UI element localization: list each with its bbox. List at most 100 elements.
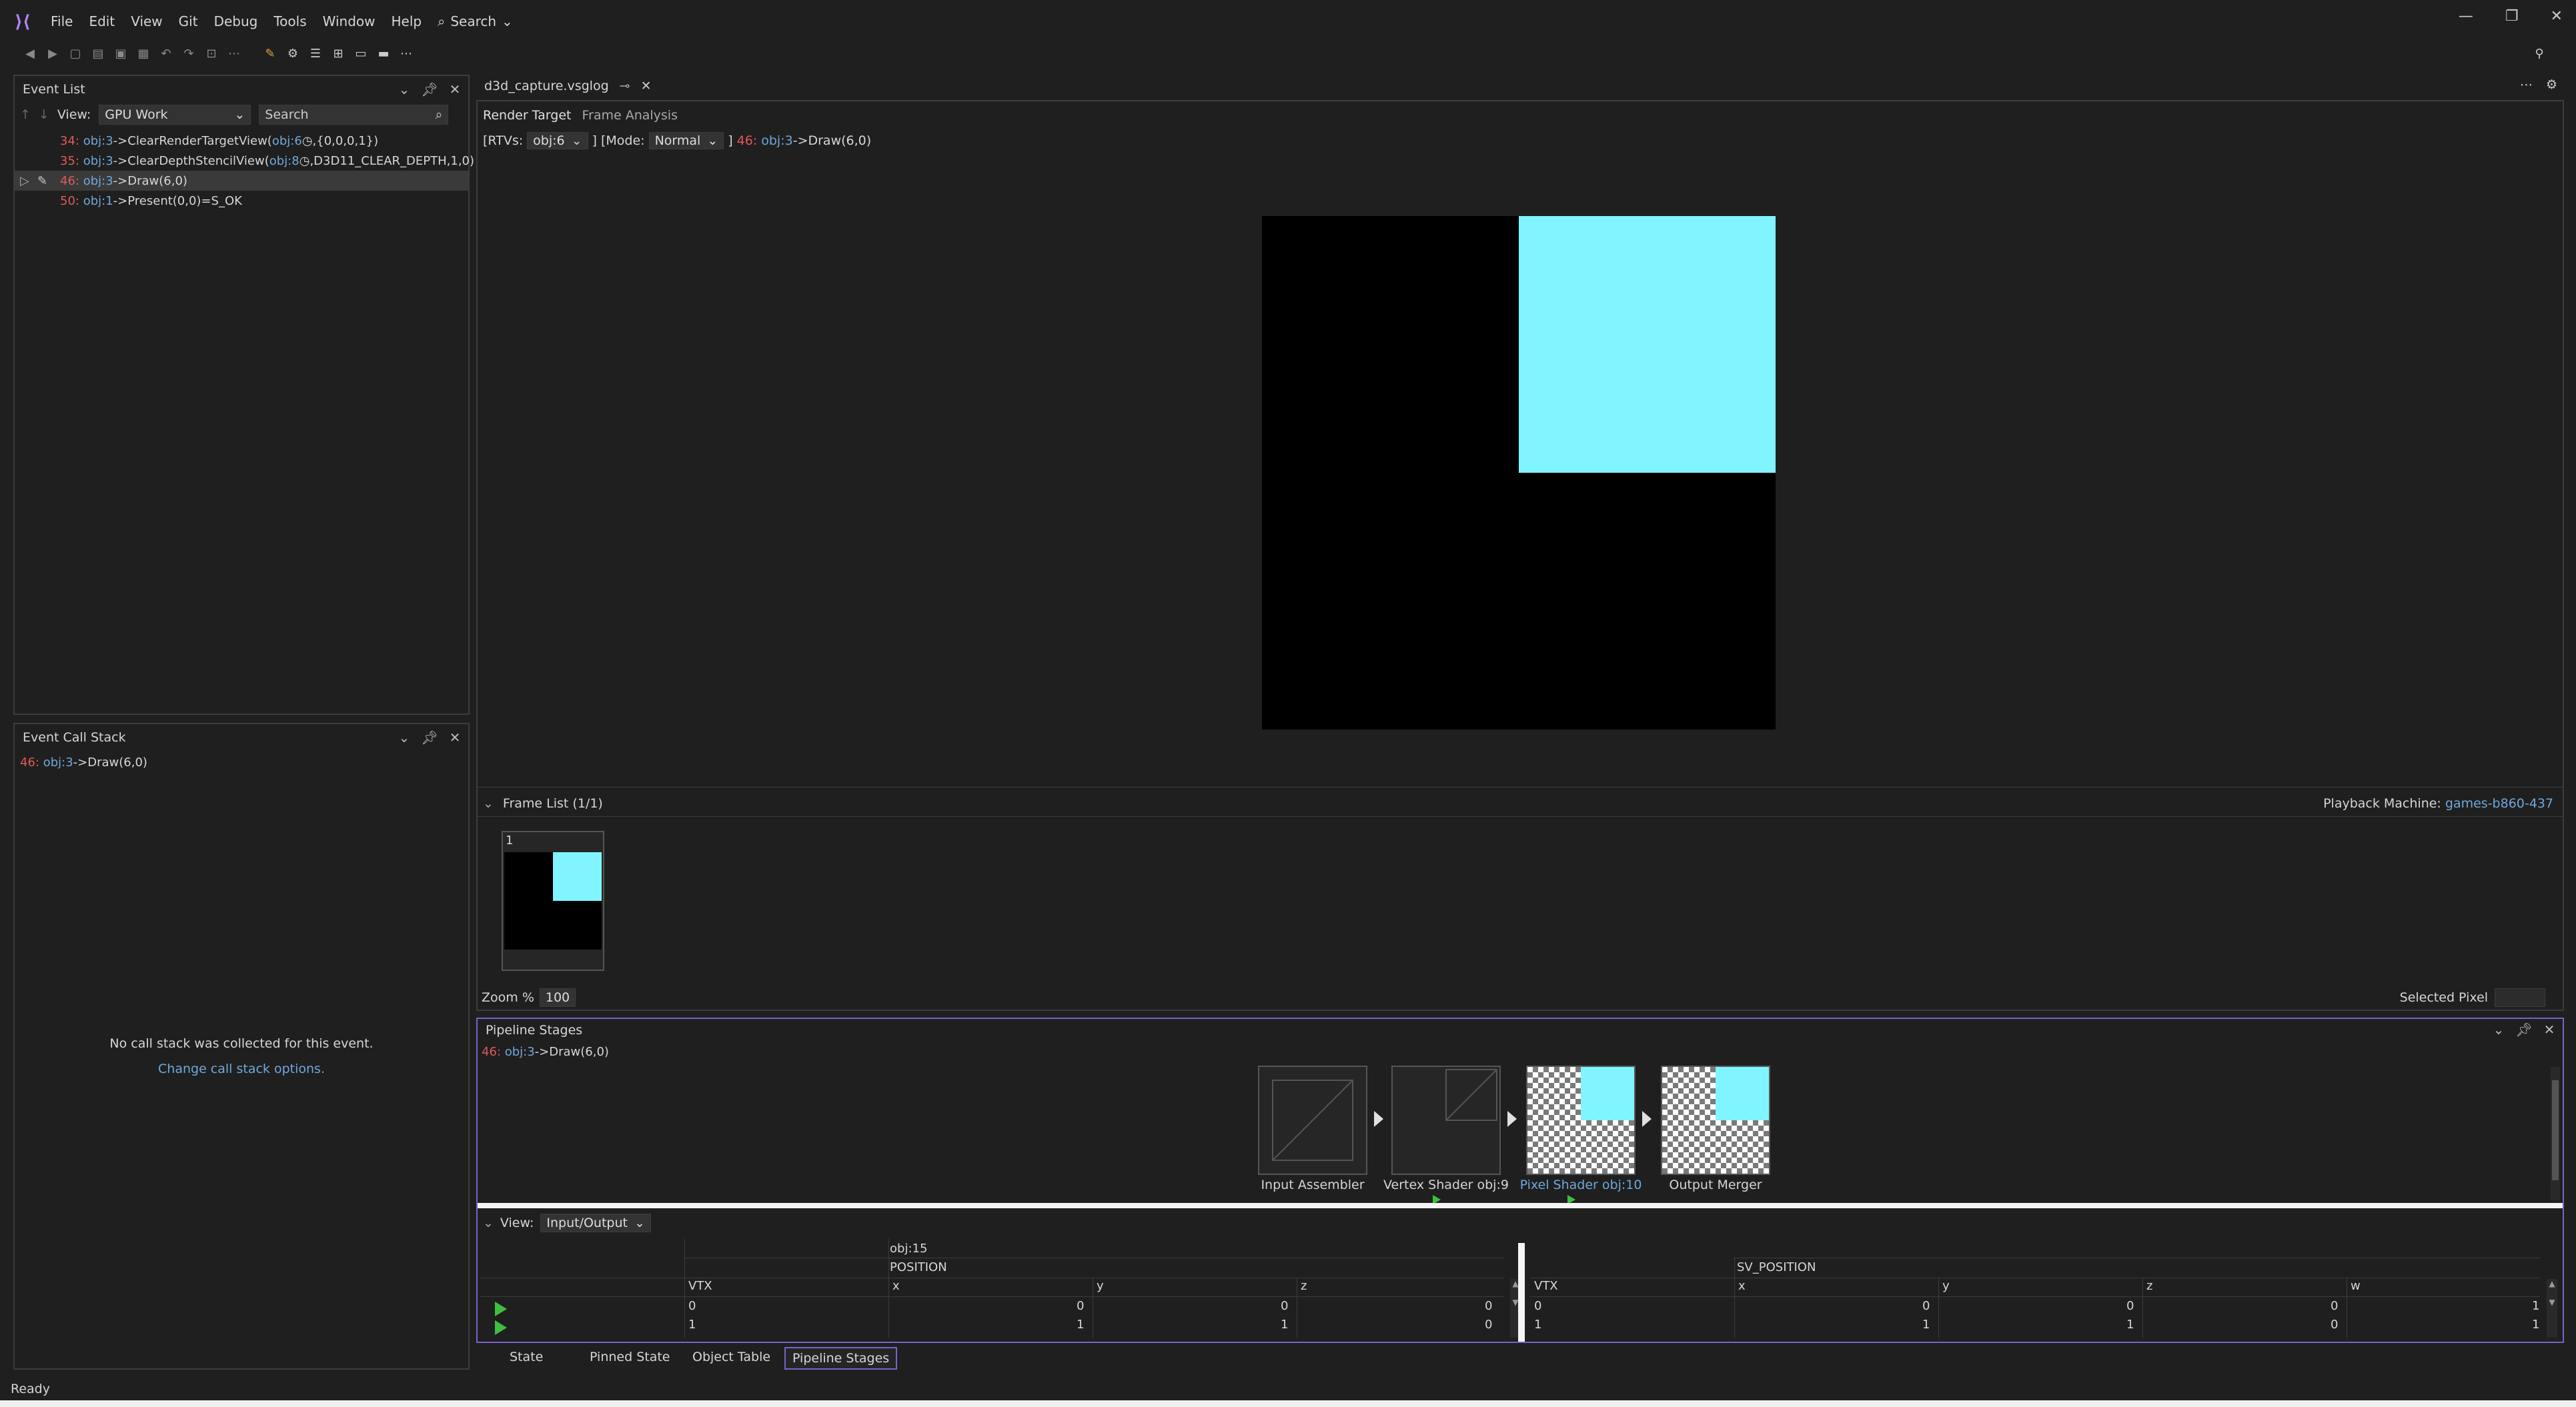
frame-thumbnail[interactable]: 1 <box>502 831 604 971</box>
close-icon[interactable]: ✕ <box>447 730 463 746</box>
menu-edit[interactable]: Edit <box>81 13 123 29</box>
event-list-tool-icon[interactable]: ☰ <box>305 43 326 63</box>
grid-tool-icon[interactable]: ⊞ <box>328 43 348 63</box>
event-call: ->Draw(6,0) <box>792 133 872 148</box>
output-table-scrollbar[interactable]: ▲ ▼ <box>2547 1279 2557 1338</box>
menu-search[interactable]: ⌕ Search ⌄ <box>430 13 521 29</box>
vs-logo-icon[interactable]: ⟩⟨ <box>15 12 35 32</box>
forward-icon[interactable]: ▶ <box>43 43 63 63</box>
event-row[interactable]: 34: obj:3 ->ClearRenderTargetView(obj:6 ◷,… <box>15 131 468 151</box>
minimize-icon[interactable]: — <box>2459 8 2473 25</box>
close-window-icon[interactable]: ✕ <box>2551 8 2563 25</box>
expand-icon[interactable]: ▷ <box>20 174 29 188</box>
horizontal-splitter[interactable] <box>478 1203 2563 1208</box>
chevron-down-icon[interactable]: ⌄ <box>2491 1022 2507 1038</box>
pixel-shader-stage[interactable] <box>1526 1066 1636 1175</box>
pipeline-tool-icon[interactable]: ⚙ <box>283 43 303 63</box>
vertex-shader-stage[interactable] <box>1391 1066 1501 1175</box>
event-obj-link[interactable]: obj:1 <box>83 194 113 208</box>
pin-icon[interactable]: 📌︎ <box>2515 1022 2532 1038</box>
search-icon: ⌕ <box>435 107 443 122</box>
column-header: y <box>1942 1279 1950 1293</box>
playback-machine-link[interactable]: games-b860-437 <box>2445 796 2553 811</box>
stage-label: Output Merger <box>1669 1178 1762 1192</box>
stage-label[interactable]: Pixel Shader obj:10 <box>1513 1178 1649 1192</box>
tab-render-target[interactable]: Render Target <box>483 108 571 123</box>
redo-icon[interactable]: ↷ <box>179 43 199 63</box>
chevron-down-icon[interactable]: ⌄ <box>396 730 412 746</box>
undo-icon[interactable]: ↶ <box>156 43 176 63</box>
back-icon[interactable]: ◀ <box>20 43 40 63</box>
pin-icon[interactable]: 📌︎ <box>421 730 438 746</box>
event-row-selected[interactable]: ▷ ✎ 46: obj:3 ->Draw(6,0) <box>15 171 468 191</box>
gear-icon[interactable]: ⚙ <box>2546 77 2557 92</box>
chevron-down-icon[interactable]: ⌄ <box>483 796 494 811</box>
output-merger-stage[interactable] <box>1661 1066 1770 1175</box>
input-semantic: POSITION <box>890 1260 947 1274</box>
tab-frame-analysis[interactable]: Frame Analysis <box>582 108 678 123</box>
zoom-input[interactable]: 100 <box>539 988 576 1007</box>
vertical-splitter[interactable] <box>1518 1243 1525 1342</box>
restore-icon[interactable]: ❐ <box>2505 8 2519 25</box>
event-obj-link[interactable]: obj:3 <box>83 134 113 148</box>
render-target-image[interactable] <box>1262 216 1776 730</box>
input-buffer-obj-link[interactable]: obj:15 <box>890 1242 927 1256</box>
menu-tools[interactable]: Tools <box>265 13 314 29</box>
more-tools-icon[interactable]: ⋯ <box>396 43 416 63</box>
event-obj-link[interactable]: obj:3 <box>83 154 113 168</box>
new-file-icon[interactable]: ▢ <box>65 43 85 63</box>
table-cell: 1 <box>1281 1318 1289 1332</box>
tab-object-table[interactable]: Object Table <box>686 1347 777 1367</box>
tab-state[interactable]: State <box>503 1347 550 1367</box>
live-share-icon[interactable]: ⚲ <box>2529 43 2549 63</box>
chevron-down-icon[interactable]: ⌄ <box>483 1216 494 1230</box>
bar-tool-icon[interactable]: ▬ <box>374 43 394 63</box>
tab-pipeline-stages[interactable]: Pipeline Stages <box>784 1347 898 1370</box>
event-row[interactable]: 35: obj:3 ->ClearDepthStencilView(obj:8 ◷,… <box>15 151 474 171</box>
chevron-down-icon: ⌄ <box>571 133 582 148</box>
overflow-icon[interactable]: ⋯ <box>2520 77 2533 92</box>
event-obj-link[interactable]: obj:3 <box>505 1045 535 1059</box>
event-obj-link[interactable]: obj:3 <box>761 133 792 148</box>
menu-file[interactable]: File <box>43 13 81 29</box>
event-row[interactable]: 50: obj:1 ->Present(0,0)=S_OK <box>15 191 468 211</box>
menu-help[interactable]: Help <box>384 13 430 29</box>
event-arg-obj[interactable]: obj:8 <box>269 154 299 168</box>
chevron-down-icon[interactable]: ⌄ <box>396 81 412 97</box>
tab-pinned-state[interactable]: Pinned State <box>583 1347 677 1367</box>
pin-icon[interactable]: 📌︎ <box>421 81 438 97</box>
input-assembler-stage[interactable] <box>1258 1066 1367 1175</box>
frame-tool-icon[interactable]: ▭ <box>351 43 371 63</box>
event-obj-link[interactable]: obj:3 <box>43 756 73 770</box>
event-search-input[interactable]: Search ⌕ <box>259 105 449 125</box>
overflow-icon[interactable]: ⋯ <box>224 43 244 63</box>
event-arg-obj[interactable]: obj:6 <box>272 134 302 148</box>
pin-icon[interactable]: ⊸ <box>620 79 630 93</box>
table-cell: 0 <box>688 1299 696 1313</box>
close-icon[interactable]: ✕ <box>2541 1022 2557 1038</box>
close-icon[interactable]: ✕ <box>641 79 652 93</box>
save-all-icon[interactable]: ▦ <box>133 43 153 63</box>
view-dropdown[interactable]: GPU Work ⌄ <box>99 105 251 125</box>
rtv-label: [RTVs: <box>483 133 524 148</box>
menu-git[interactable]: Git <box>171 13 206 29</box>
open-icon[interactable]: ▤ <box>88 43 108 63</box>
menu-debug[interactable]: Debug <box>206 13 266 29</box>
rtv-dropdown[interactable]: obj:6 ⌄ <box>527 132 588 149</box>
arrow-down-icon[interactable]: ↓ <box>39 107 49 122</box>
close-icon[interactable]: ✕ <box>447 81 463 97</box>
save-icon[interactable]: ▣ <box>111 43 131 63</box>
arrow-up-icon[interactable]: ↑ <box>20 107 31 122</box>
play-icon[interactable] <box>495 1320 507 1335</box>
change-call-stack-options-link[interactable]: Change call stack options. <box>15 1062 468 1076</box>
stages-scrollbar[interactable] <box>2551 1067 2560 1200</box>
capture-icon[interactable]: ⊡ <box>201 43 221 63</box>
document-tab[interactable]: d3d_capture.vsglog ⊸ ✕ <box>476 73 660 100</box>
event-obj-link[interactable]: obj:3 <box>83 174 113 188</box>
menu-window[interactable]: Window <box>315 13 384 29</box>
graphics-tool-icon[interactable]: ✎ <box>260 43 280 63</box>
io-view-dropdown[interactable]: Input/Output ⌄ <box>540 1214 651 1232</box>
mode-dropdown[interactable]: Normal ⌄ <box>648 132 724 149</box>
play-icon[interactable] <box>495 1302 507 1316</box>
menu-view[interactable]: View <box>123 13 170 29</box>
